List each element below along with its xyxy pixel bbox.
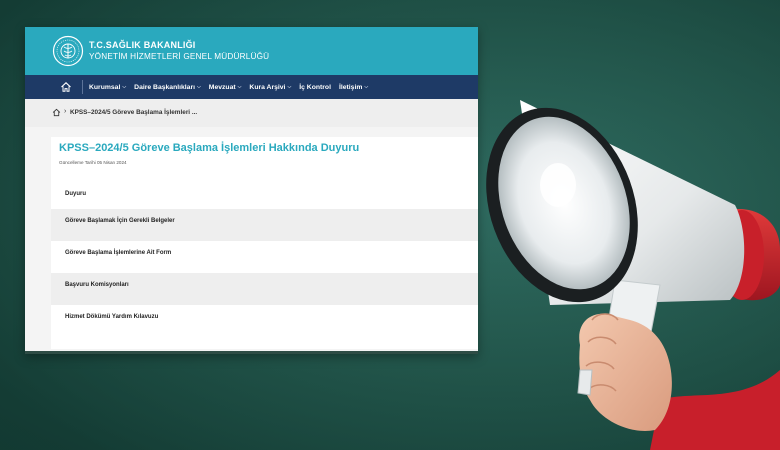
nav-item-label: Kurumsal <box>89 83 121 91</box>
document-list: Duyuru Göreve Başlamak İçin Gerekli Belg… <box>51 177 478 337</box>
nav-item-ic-kontrol[interactable]: İç Kontrol <box>299 84 331 91</box>
list-item[interactable]: Başvuru Komisyonları <box>51 273 478 305</box>
main-navigation: Kurumsal ⌵ Daire Başkanlıkları ⌵ Mevzuat… <box>25 75 478 99</box>
home-icon[interactable] <box>60 81 72 93</box>
nav-item-daire-baskanliklari[interactable]: Daire Başkanlıkları ⌵ <box>134 84 201 91</box>
nav-item-mevzuat[interactable]: Mevzuat ⌵ <box>209 84 242 91</box>
list-item[interactable]: Duyuru <box>51 177 478 209</box>
ministry-name: T.C.SAĞLIK BAKANLIĞI <box>89 40 196 50</box>
megaphone-in-hand-image <box>486 100 780 450</box>
nav-item-label: Kura Arşivi <box>249 83 286 91</box>
update-date: Güncelleme Tarihi 05 Nisan 2024 <box>59 160 127 165</box>
site-header: T.C.SAĞLIK BAKANLIĞI YÖNETİM HİZMETLERİ … <box>25 27 478 75</box>
list-item-label: Duyuru <box>65 191 86 197</box>
content-area: KPSS–2024/5 Göreve Başlama İşlemleri Hak… <box>25 127 478 354</box>
nav-item-label: Daire Başkanlıkları <box>134 83 195 91</box>
card-bottom-edge <box>25 351 478 354</box>
nav-item-kura-arsivi[interactable]: Kura Arşivi ⌵ <box>249 84 291 91</box>
page-title: KPSS–2024/5 Göreve Başlama İşlemleri Hak… <box>59 142 360 154</box>
nav-item-label: İç Kontrol <box>299 83 331 91</box>
list-item-label: Hizmet Dökümü Yardım Kılavuzu <box>65 314 159 320</box>
breadcrumb-home-icon[interactable] <box>52 108 61 117</box>
breadcrumb: › KPSS–2024/5 Göreve Başlama İşlemleri .… <box>25 99 478 127</box>
nav-divider <box>82 80 83 94</box>
chevron-down-icon: ⌵ <box>197 84 201 90</box>
department-name: YÖNETİM HİZMETLERİ GENEL MÜDÜRLÜĞÜ <box>89 52 270 61</box>
announcement-panel: KPSS–2024/5 Göreve Başlama İşlemleri Hak… <box>51 137 478 349</box>
list-item-label: Göreve Başlamak İçin Gerekli Belgeler <box>65 218 175 224</box>
chevron-down-icon: ⌵ <box>237 84 242 90</box>
nav-item-label: İletişim <box>338 83 363 91</box>
breadcrumb-current: KPSS–2024/5 Göreve Başlama İşlemleri ... <box>70 109 198 116</box>
nav-item-label: Mevzuat <box>208 83 236 91</box>
list-item[interactable]: Hizmet Dökümü Yardım Kılavuzu <box>51 305 478 337</box>
chevron-down-icon: ⌵ <box>287 84 292 90</box>
breadcrumb-separator: › <box>64 108 67 115</box>
nav-item-kurumsal[interactable]: Kurumsal ⌵ <box>89 84 126 91</box>
website-screenshot-card: T.C.SAĞLIK BAKANLIĞI YÖNETİM HİZMETLERİ … <box>25 27 478 354</box>
chevron-down-icon: ⌵ <box>364 84 369 90</box>
nav-item-iletisim[interactable]: İletişim ⌵ <box>339 84 368 91</box>
list-item[interactable]: Göreve Başlama İşlemlerine Ait Form <box>51 241 478 273</box>
list-item[interactable]: Göreve Başlamak İçin Gerekli Belgeler <box>51 209 478 241</box>
chevron-down-icon: ⌵ <box>122 84 127 90</box>
list-item-label: Başvuru Komisyonları <box>65 282 129 288</box>
ministry-logo-icon <box>52 35 84 67</box>
list-item-label: Göreve Başlama İşlemlerine Ait Form <box>65 250 172 256</box>
